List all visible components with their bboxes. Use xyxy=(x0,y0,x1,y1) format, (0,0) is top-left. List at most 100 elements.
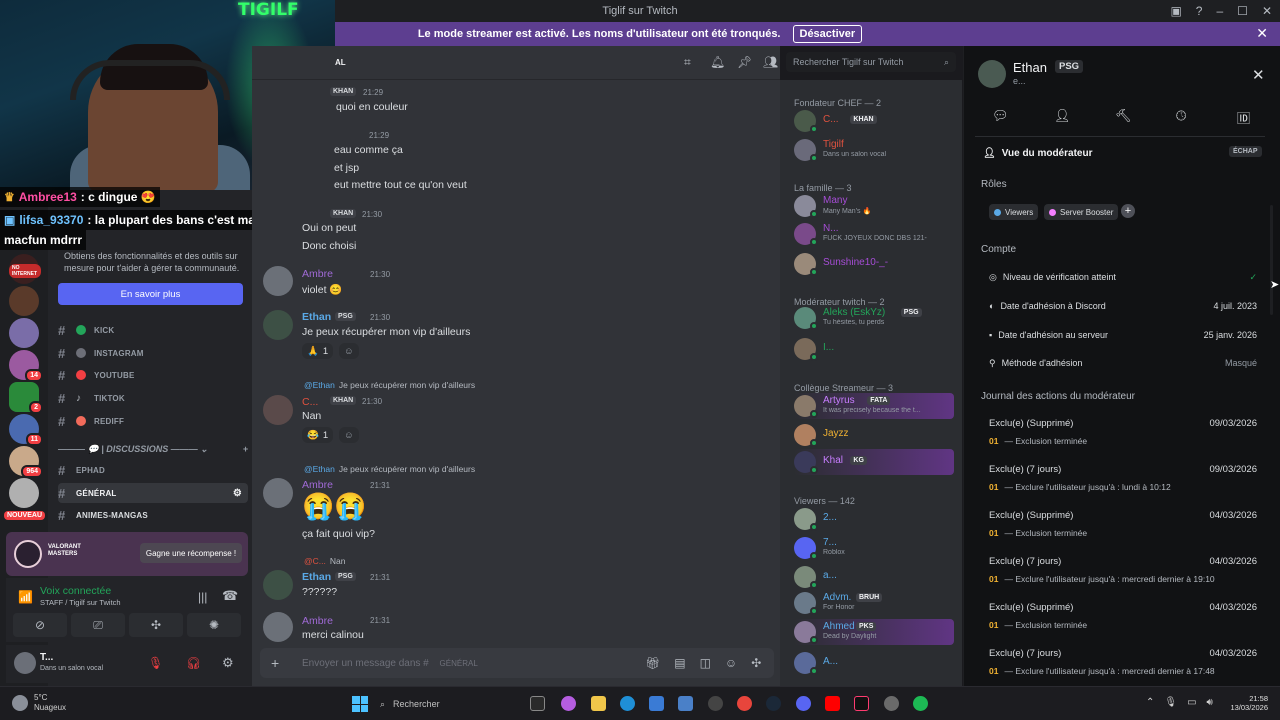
member-item[interactable]: Aleks (EskYz) PSG Tu hésites, tu perds xyxy=(794,305,954,331)
close-icon[interactable]: ✕ xyxy=(1252,66,1265,84)
noise-suppression-icon[interactable]: ||| xyxy=(198,590,207,604)
banner-close-icon[interactable]: ✕ xyxy=(1256,25,1268,42)
mod-log-entry[interactable]: Exclu(e) (7 jours) 09/03/2026 xyxy=(989,464,1257,475)
member-item[interactable]: Jayzz xyxy=(794,422,954,448)
taskbar-search[interactable]: ⌕ Rechercher xyxy=(380,695,520,713)
add-role-button[interactable]: + xyxy=(1121,204,1135,218)
spotify-icon[interactable] xyxy=(913,696,928,711)
mod-log-entry[interactable]: Exclu(e) (7 jours) 04/03/2026 xyxy=(989,648,1257,659)
edge-icon[interactable] xyxy=(620,696,635,711)
gift-icon[interactable]: 🎁︎ xyxy=(645,656,660,670)
member-item[interactable]: A... xyxy=(794,650,954,676)
channel-ephad[interactable]: # EPHAD xyxy=(58,460,248,480)
messages-tab-icon[interactable]: 💬︎ xyxy=(992,108,1009,124)
reply-preview[interactable]: @Ethan Je peux récupérer mon vip d'aille… xyxy=(304,464,475,474)
apps-icon[interactable]: ✣ xyxy=(751,656,761,670)
history-tab-icon[interactable]: 🕓︎ xyxy=(1176,108,1186,124)
app-icon[interactable] xyxy=(884,696,899,711)
category-discussions[interactable]: ——— 💬 | DISCUSSIONS ——— ⌄ + xyxy=(58,444,248,455)
channel-tiktok[interactable]: # ♪ TIKTOK xyxy=(58,388,248,408)
threads-icon[interactable]: ⌗ xyxy=(684,55,691,70)
reaction[interactable]: 😂 1 xyxy=(302,427,334,443)
channel-general[interactable]: # GÉNÉRAL ⚙ xyxy=(58,483,248,503)
mod-log-entry[interactable]: Exclu(e) (7 jours) 04/03/2026 xyxy=(989,556,1257,567)
id-tab-icon[interactable]: 🆔︎ xyxy=(1237,108,1250,127)
avatar[interactable] xyxy=(263,478,293,508)
avatar[interactable] xyxy=(263,266,293,296)
avatar[interactable] xyxy=(263,570,293,600)
server-icon[interactable]: 964 xyxy=(9,446,43,478)
store-icon[interactable] xyxy=(649,696,664,711)
avatar[interactable] xyxy=(263,310,293,340)
claim-reward-button[interactable]: Gagne une récompense ! xyxy=(140,543,242,563)
member-item[interactable]: N... FUCK JOYEUX DONC DBS 121- xyxy=(794,221,954,247)
bell-icon[interactable]: 🔔︎ xyxy=(710,55,725,69)
channel-rediff[interactable]: # REDIFF xyxy=(58,411,248,431)
reaction[interactable]: 🙏 1 xyxy=(302,343,334,359)
reply-preview[interactable]: @C... Nan xyxy=(304,556,345,566)
settings-icon[interactable]: ⚙ xyxy=(233,488,242,499)
reply-preview[interactable]: @Ethan Je peux récupérer mon vip d'aille… xyxy=(304,380,475,390)
attach-plus-icon[interactable]: + xyxy=(271,655,279,671)
mod-log-entry[interactable]: Exclu(e) (Supprimé) 04/03/2026 xyxy=(989,602,1257,613)
member-item[interactable]: C... KHAN xyxy=(794,108,954,134)
channel-animes-mangas[interactable]: # ANIMES-MANGAS xyxy=(58,505,248,525)
start-icon[interactable] xyxy=(352,696,368,712)
search-input[interactable]: Rechercher Tigilf sur Twitch ⌕ xyxy=(786,52,956,72)
file-explorer-icon[interactable] xyxy=(591,696,606,711)
member-item[interactable]: Sunshine10-_- xyxy=(794,251,954,277)
taskbar-clock[interactable]: 21:58 13/03/2026 xyxy=(1222,694,1268,712)
learn-more-button[interactable]: En savoir plus xyxy=(58,283,243,305)
channel-kick[interactable]: # KICK xyxy=(58,320,248,340)
member-item[interactable]: Ahmed PKS Dead by Daylight xyxy=(794,619,954,645)
message-input[interactable]: Envoyer un message dans # GÉNÉRAL xyxy=(302,658,478,669)
server-icon[interactable] xyxy=(9,478,39,508)
minimize-button[interactable]: – xyxy=(1216,4,1223,18)
mod-log-entry[interactable]: Exclu(e) (Supprimé) 09/03/2026 xyxy=(989,418,1257,429)
disable-streamer-button[interactable]: Désactiver xyxy=(792,25,863,43)
server-icon[interactable]: NO INTERNET xyxy=(9,254,41,284)
disconnect-icon[interactable]: ☎ xyxy=(222,588,238,604)
add-reaction-icon[interactable]: ☺ xyxy=(339,427,359,443)
member-item[interactable]: Advm. BRUH For Honor xyxy=(794,590,954,616)
activities-button[interactable]: ✣ xyxy=(129,613,183,637)
emoji-icon[interactable]: ☺ xyxy=(725,656,737,670)
add-reaction-icon[interactable]: ☺ xyxy=(339,343,359,359)
sticker-icon[interactable]: ◫ xyxy=(700,656,711,670)
close-window-button[interactable]: ✕ xyxy=(1262,4,1272,18)
speaker-icon[interactable]: 🔊︎ xyxy=(1207,697,1213,708)
server-icon[interactable] xyxy=(9,286,39,316)
server-icon[interactable]: 11 xyxy=(9,414,43,446)
inbox-icon[interactable]: ▣ xyxy=(1170,4,1181,18)
steam-icon[interactable] xyxy=(766,696,781,711)
member-item[interactable]: Many Many Man's 🔥 xyxy=(794,193,954,219)
hammer-tab-icon[interactable]: 🔨︎ xyxy=(1115,108,1132,124)
camera-off-button[interactable]: ⊘ xyxy=(13,613,67,637)
app-icon[interactable] xyxy=(678,696,693,711)
help-icon[interactable]: ? xyxy=(1196,4,1203,18)
weather-widget[interactable]: 5°C Nuageux xyxy=(34,693,66,713)
task-view-icon[interactable] xyxy=(530,696,545,711)
add-channel-icon[interactable]: + xyxy=(243,444,248,455)
copilot-icon[interactable] xyxy=(561,696,576,711)
mic-icon[interactable]: 🎙︎ xyxy=(1164,697,1177,708)
discord-icon[interactable] xyxy=(796,696,811,711)
member-item[interactable]: Tigilf Dans un salon vocal xyxy=(794,137,954,163)
obs-icon[interactable] xyxy=(708,696,723,711)
avatar[interactable] xyxy=(263,612,293,642)
tiktok-icon[interactable] xyxy=(854,696,869,711)
avatar[interactable] xyxy=(978,60,1006,88)
display-icon[interactable]: ▭ xyxy=(1187,697,1196,708)
member-item[interactable]: I... xyxy=(794,336,954,362)
pin-icon[interactable]: 📌︎ xyxy=(737,55,752,69)
server-icon[interactable]: 14 xyxy=(9,350,43,382)
member-item[interactable]: 2... xyxy=(794,506,954,532)
screen-share-button[interactable]: ⎚ xyxy=(71,613,125,637)
mod-log-entry[interactable]: Exclu(e) (Supprimé) 04/03/2026 xyxy=(989,510,1257,521)
profile-tab-icon[interactable]: 👤︎ xyxy=(1054,108,1071,124)
avatar[interactable] xyxy=(14,652,36,674)
member-item[interactable]: Artyrus FATA It was precisely because the … xyxy=(794,393,954,419)
role-server-booster[interactable]: Server Booster xyxy=(1044,204,1119,220)
maximize-button[interactable]: ☐ xyxy=(1237,4,1248,18)
members-icon[interactable]: 👥︎ xyxy=(763,55,778,69)
